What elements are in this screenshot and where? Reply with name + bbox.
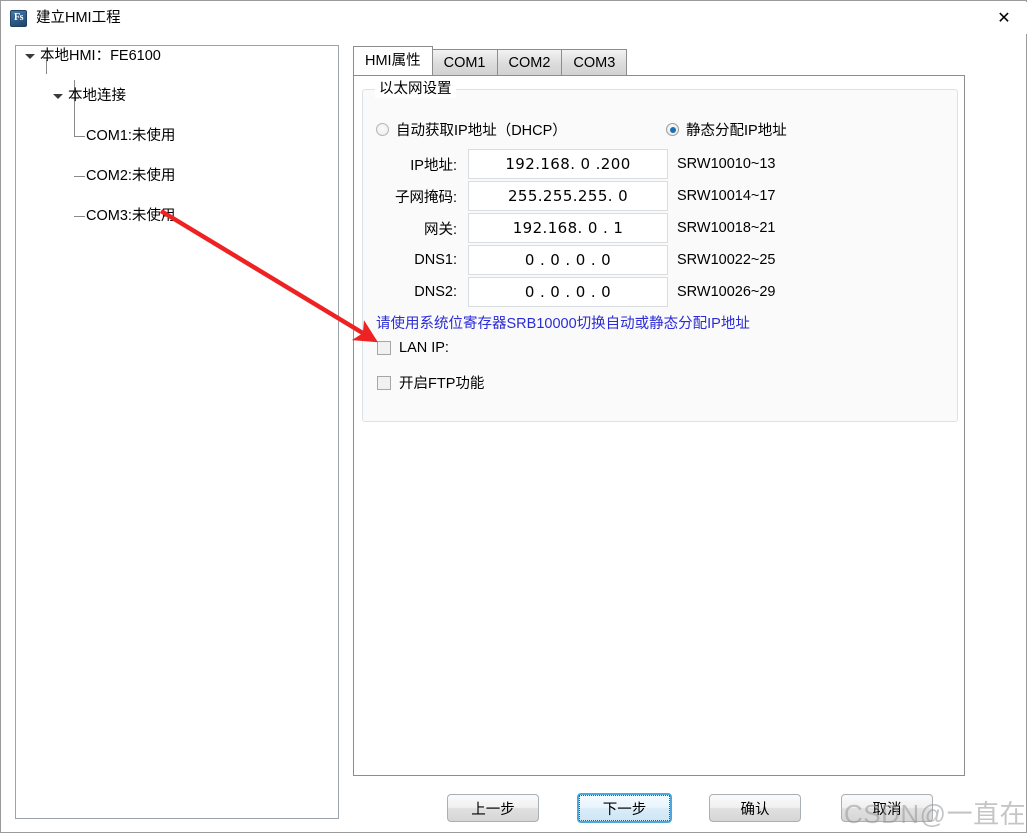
radio-dhcp-label: 自动获取IP地址（DHCP）: [396, 123, 567, 139]
tree-item-label: 本地HMI：FE6100: [40, 48, 161, 64]
checkbox-lan-ip-box[interactable]: [377, 341, 391, 355]
ethernet-settings-label: 以太网设置: [375, 80, 456, 98]
tab-com1[interactable]: COM1: [431, 49, 498, 75]
checkbox-enable-ftp-label: 开启FTP功能: [399, 376, 485, 392]
radio-static-ip-indicator[interactable]: [666, 123, 679, 136]
field-row-subnet-mask: 子网掩码: 255.255.255. 0 SRW10014~17: [376, 180, 775, 212]
ip-address-register: SRW10010~13: [677, 156, 776, 172]
checkbox-enable-ftp[interactable]: 开启FTP功能: [377, 372, 484, 393]
dns2-input[interactable]: 0 . 0 . 0 . 0: [468, 277, 668, 307]
field-row-dns2: DNS2: 0 . 0 . 0 . 0 SRW10026~29: [376, 276, 775, 308]
ethernet-settings-group: 以太网设置 自动获取IP地址（DHCP） 静态分配IP地址 IP地址: 192.…: [362, 80, 958, 422]
field-row-gateway: 网关: 192.168. 0 . 1 SRW10018~21: [376, 212, 775, 244]
tree-item-local-connection[interactable]: 本地连接: [16, 86, 338, 106]
checkbox-lan-ip[interactable]: LAN IP:: [377, 340, 449, 356]
tree-item-local-hmi[interactable]: 本地HMI：FE6100: [16, 46, 338, 66]
close-icon[interactable]: ✕: [981, 2, 1027, 33]
device-tree-panel[interactable]: 本地HMI：FE6100 本地连接 COM1:未使用 COM2:未使用 COM3…: [15, 45, 339, 819]
checkbox-enable-ftp-box[interactable]: [377, 375, 391, 390]
app-logo-text: Fs: [14, 12, 24, 23]
ip-address-input[interactable]: 192.168. 0 .200: [468, 149, 668, 179]
dns1-label: DNS1:: [414, 252, 457, 268]
tree-item-com2[interactable]: COM2:未使用: [16, 166, 338, 186]
tree-item-label: 本地连接: [68, 88, 126, 104]
chevron-down-icon[interactable]: [25, 54, 35, 59]
previous-step-button[interactable]: 上一步: [447, 794, 539, 822]
title-bar: Fs 建立HMI工程 ✕: [2, 2, 1027, 34]
dns1-register: SRW10022~25: [677, 252, 776, 268]
dialog-window: Fs 建立HMI工程 ✕ 本地HMI：FE6100 本地连接 COM1:未使用 …: [0, 0, 1027, 833]
chevron-down-icon[interactable]: [53, 94, 63, 99]
radio-dhcp[interactable]: 自动获取IP地址（DHCP）: [376, 119, 567, 140]
gateway-label: 网关:: [423, 221, 457, 238]
subnet-mask-register: SRW10014~17: [677, 188, 776, 204]
dns2-register: SRW10026~29: [677, 284, 776, 300]
tab-com3[interactable]: COM3: [561, 49, 628, 75]
radio-static-ip-label: 静态分配IP地址: [686, 123, 787, 139]
subnet-mask-label: 子网掩码:: [394, 189, 457, 206]
window-title: 建立HMI工程: [36, 9, 121, 26]
ip-address-label: IP地址:: [410, 157, 457, 174]
dns1-input[interactable]: 0 . 0 . 0 . 0: [468, 245, 668, 275]
tree-item-label: COM1:未使用: [86, 128, 176, 144]
srb-register-hint-link[interactable]: 请使用系统位寄存器SRB10000切换自动或静态分配IP地址: [376, 312, 750, 333]
checkbox-lan-ip-label: LAN IP:: [399, 340, 449, 356]
confirm-button[interactable]: 确认: [709, 794, 801, 822]
field-row-ip-address: IP地址: 192.168. 0 .200 SRW10010~13: [376, 148, 775, 180]
app-logo-icon: Fs: [10, 9, 27, 27]
tab-content-panel: 以太网设置 自动获取IP地址（DHCP） 静态分配IP地址 IP地址: 192.…: [353, 75, 965, 776]
tree-item-com1[interactable]: COM1:未使用: [16, 126, 338, 146]
tree-item-label: COM2:未使用: [86, 168, 176, 184]
gateway-input[interactable]: 192.168. 0 . 1: [468, 213, 668, 243]
radio-static-ip[interactable]: 静态分配IP地址: [666, 119, 787, 140]
tab-hmi-properties[interactable]: HMI属性: [353, 46, 433, 75]
csdn-watermark: CSDN@一直在尽头: [844, 799, 1027, 829]
tree-connector-horizontal: [74, 176, 85, 177]
tab-com2[interactable]: COM2: [496, 49, 563, 75]
tree-item-com3[interactable]: COM3:未使用: [16, 206, 338, 226]
radio-dhcp-indicator[interactable]: [376, 123, 389, 136]
next-step-button[interactable]: 下一步: [577, 793, 672, 823]
dns2-label: DNS2:: [414, 284, 457, 300]
tree-connector-horizontal: [74, 216, 85, 217]
subnet-mask-input[interactable]: 255.255.255. 0: [468, 181, 668, 211]
tree-item-label: COM3:未使用: [86, 208, 176, 224]
next-step-button-label: 下一步: [579, 795, 670, 821]
tree-connector-horizontal: [74, 136, 85, 137]
field-row-dns1: DNS1: 0 . 0 . 0 . 0 SRW10022~25: [376, 244, 775, 276]
tab-bar: HMI属性 COM1 COM2 COM3: [353, 46, 628, 75]
gateway-register: SRW10018~21: [677, 220, 776, 236]
